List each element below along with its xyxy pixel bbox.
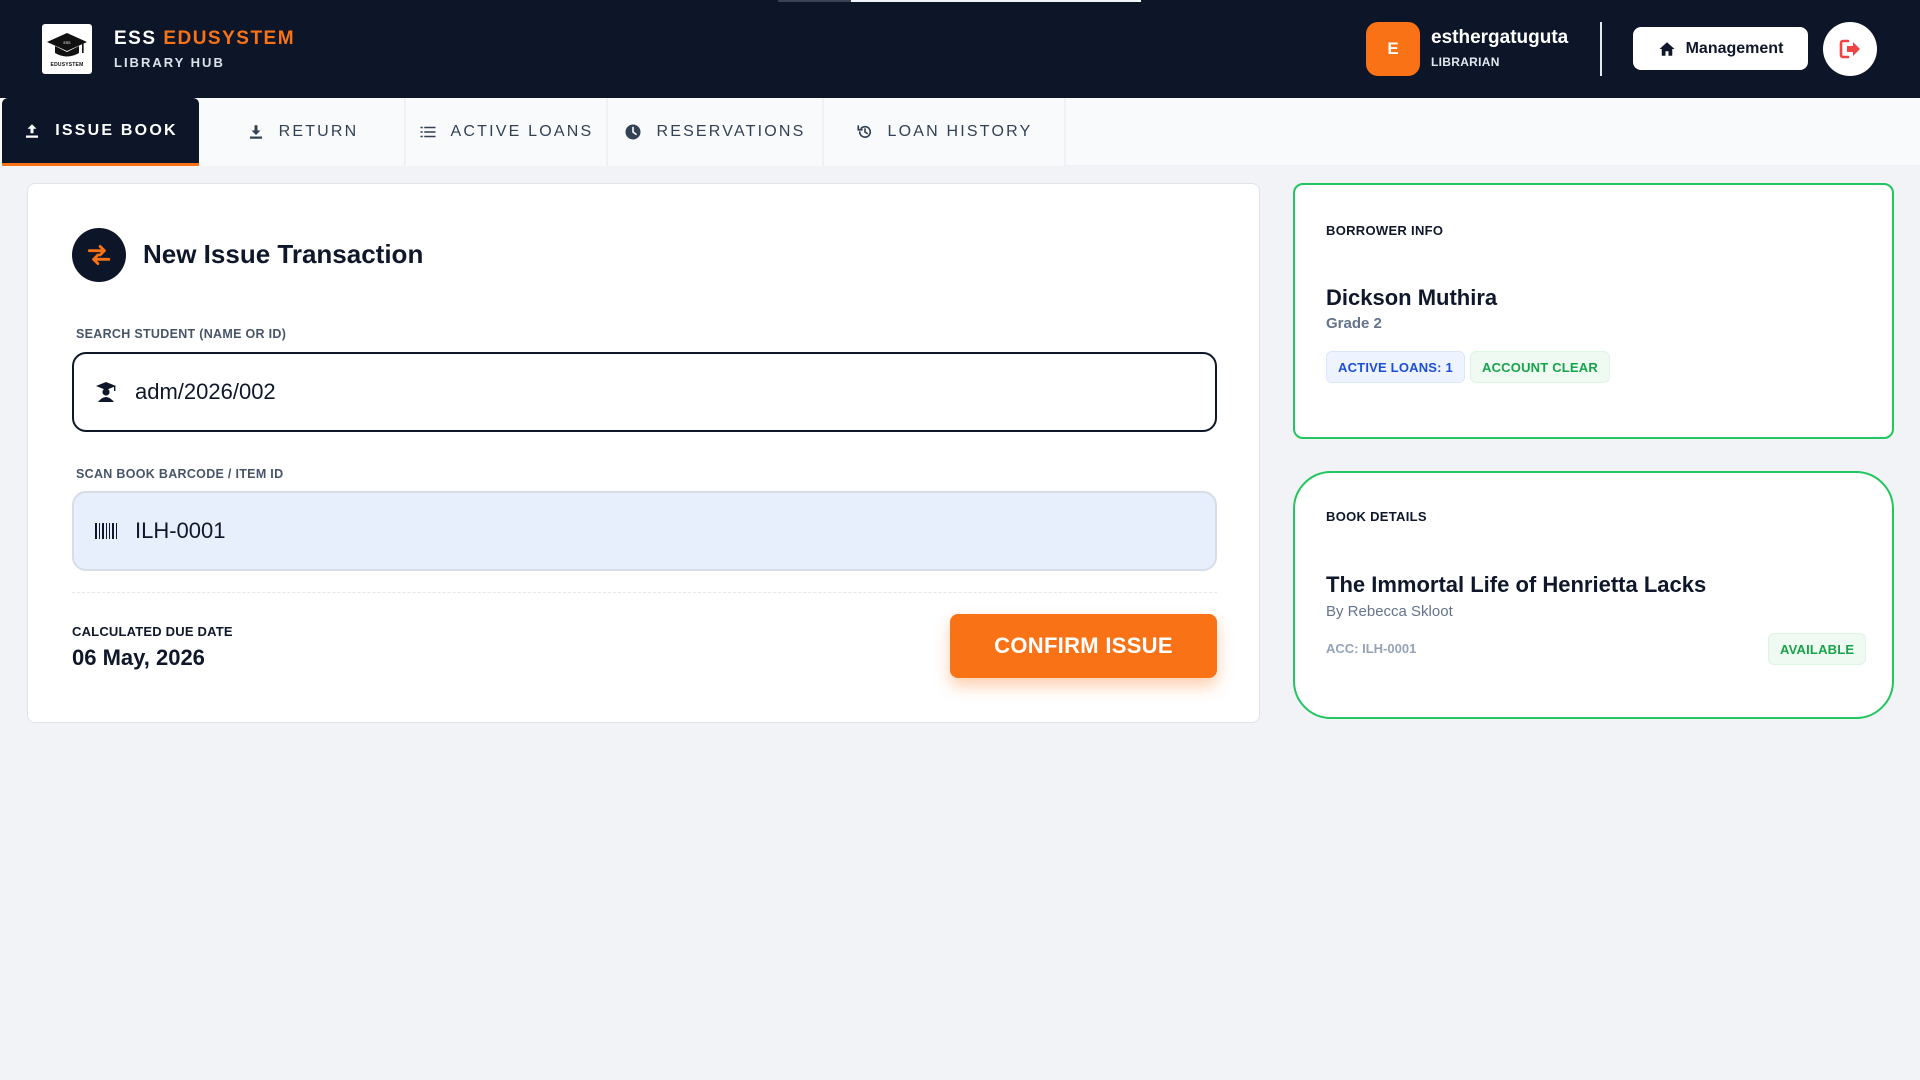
brand: ESS EDUSYSTEM LIBRARY HUB	[114, 28, 295, 70]
logout-button[interactable]	[1823, 22, 1877, 76]
book-barcode-field[interactable]	[72, 491, 1217, 571]
tab-issue-book[interactable]: ISSUE BOOK	[2, 98, 199, 166]
user-name: esthergatuguta	[1431, 27, 1569, 48]
svg-text:ESS: ESS	[63, 41, 71, 45]
tab-loan-history[interactable]: LOAN HISTORY	[824, 98, 1066, 166]
home-icon	[1659, 41, 1675, 56]
student-search-input[interactable]	[135, 379, 1185, 405]
book-title: The Immortal Life of Henrietta Lacks	[1326, 572, 1707, 597]
student-search-label: SEARCH STUDENT (NAME OR ID)	[76, 327, 287, 341]
availability-badge: AVAILABLE	[1768, 633, 1867, 665]
tab-reservations[interactable]: RESERVATIONS	[608, 98, 824, 166]
logout-icon	[1839, 39, 1860, 59]
due-date-label: CALCULATED DUE DATE	[72, 624, 233, 639]
account-status-badge: ACCOUNT CLEAR	[1470, 351, 1610, 383]
brand-title: ESS EDUSYSTEM	[114, 28, 296, 49]
borrower-name: Dickson Muthira	[1326, 285, 1498, 310]
transaction-title: New Issue Transaction	[143, 239, 424, 269]
tab-return[interactable]: RETURN	[201, 98, 406, 166]
borrower-info-card: BORROWER INFO Dickson Muthira Grade 2 AC…	[1293, 183, 1894, 439]
section-divider	[72, 592, 1217, 593]
loading-progress-bar	[778, 0, 1141, 2]
due-date-value: 06 May, 2026	[72, 645, 205, 670]
brand-subtitle: LIBRARY HUB	[114, 55, 225, 70]
borrower-info-label: BORROWER INFO	[1326, 223, 1444, 238]
book-accession: ACC: ILH-0001	[1326, 641, 1417, 656]
graduation-cap-icon: ESS	[47, 32, 87, 56]
student-search-field[interactable]	[72, 352, 1217, 432]
book-details-label: BOOK DETAILS	[1326, 509, 1427, 524]
barcode-icon	[95, 523, 117, 539]
book-barcode-label: SCAN BOOK BARCODE / ITEM ID	[76, 467, 284, 481]
management-button[interactable]: Management	[1633, 27, 1808, 70]
book-barcode-input[interactable]	[135, 518, 1185, 544]
history-icon	[856, 125, 871, 138]
download-icon	[249, 125, 262, 139]
app-header: ESS EDUSYSTEM ESS EDUSYSTEM LIBRARY HUB …	[0, 0, 1920, 98]
swap-arrows-icon	[87, 244, 111, 266]
book-details-card: BOOK DETAILS The Immortal Life of Henrie…	[1293, 471, 1894, 719]
tab-bar: ISSUE BOOK RETURN ACTIVE LOANS RESERVATI…	[0, 98, 1920, 166]
upload-icon	[26, 123, 39, 138]
transaction-badge	[72, 228, 126, 282]
tab-active-loans[interactable]: ACTIVE LOANS	[406, 98, 608, 166]
active-loans-badge: ACTIVE LOANS: 1	[1326, 351, 1465, 383]
borrower-grade: Grade 2	[1326, 315, 1382, 332]
clock-icon	[625, 124, 641, 140]
student-icon	[96, 382, 116, 402]
confirm-issue-button[interactable]: CONFIRM ISSUE	[950, 614, 1217, 678]
list-icon	[420, 126, 436, 138]
book-author: By Rebecca Skloot	[1326, 603, 1453, 620]
issue-transaction-card: New Issue Transaction SEARCH STUDENT (NA…	[27, 183, 1260, 723]
user-role: LIBRARIAN	[1431, 55, 1500, 69]
header-divider	[1600, 22, 1602, 76]
app-logo: ESS EDUSYSTEM	[42, 24, 92, 74]
user-avatar[interactable]: E	[1366, 22, 1420, 76]
